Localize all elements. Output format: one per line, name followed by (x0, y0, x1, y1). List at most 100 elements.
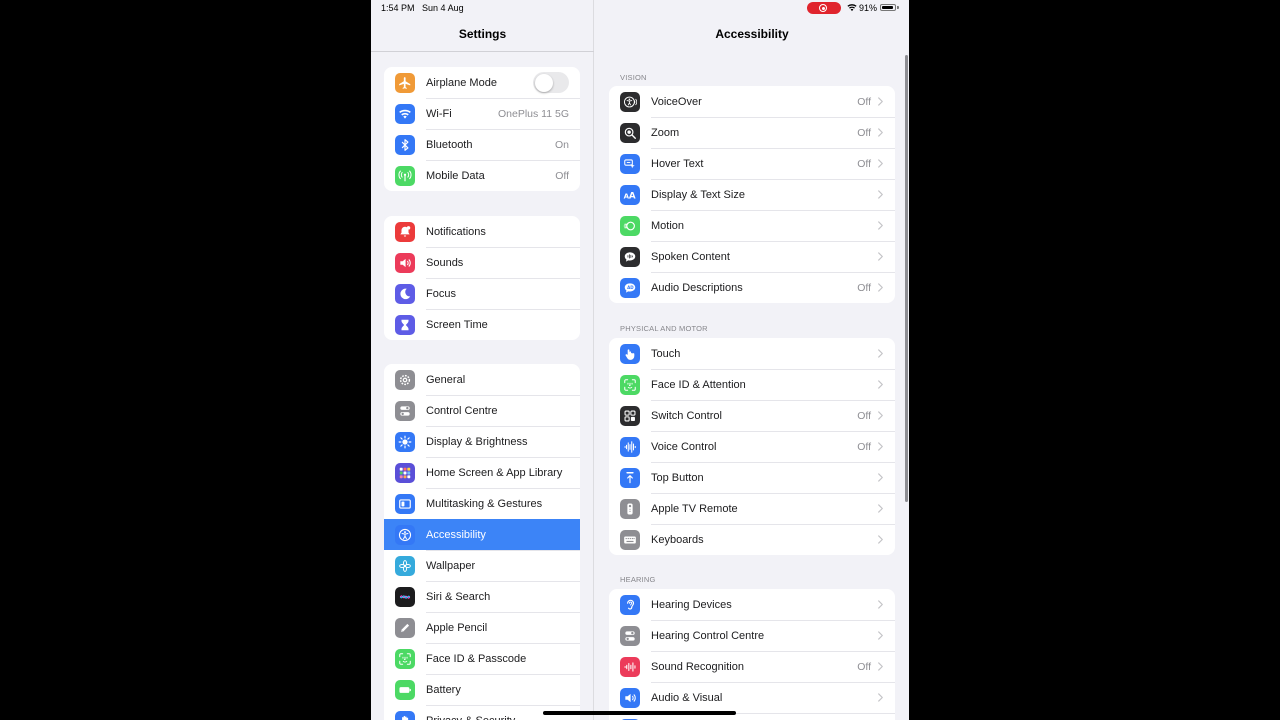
row-separator (651, 400, 895, 401)
accessibility-row-sound-recognition[interactable]: Sound Recognition Off (609, 651, 895, 682)
section-header: HEARING (620, 575, 656, 584)
settings-group: Touch Face ID & Attention Switch Control Of… (609, 338, 895, 555)
scrollbar[interactable] (905, 55, 908, 502)
sidebar-item-mobile-data[interactable]: Mobile Data Off (384, 160, 580, 191)
sidebar-item-face-id-passcode[interactable]: Face ID & Passcode (384, 643, 580, 674)
sidebar-item-screen-time[interactable]: Screen Time (384, 309, 580, 340)
accessibility-row-switch-control[interactable]: Switch Control Off (609, 400, 895, 431)
speech-bubble-icon-tile (620, 246, 640, 267)
accessibility-row-apple-tv-remote[interactable]: Apple TV Remote (609, 493, 895, 524)
accessibility-row-hover-text[interactable]: Hover Text Off (609, 148, 895, 179)
app-grid-icon-tile (395, 462, 415, 483)
audio-description-icon-tile: AD (620, 277, 640, 298)
accessibility-row-audio-visual[interactable]: Audio & Visual (609, 682, 895, 713)
text-size-icon-tile: AA (620, 184, 640, 205)
pencil-icon-tile (395, 617, 415, 638)
sidebar-item-wifi[interactable]: Wi-Fi OnePlus 11 5G (384, 98, 580, 129)
accessibility-row-face-id-attention[interactable]: Face ID & Attention (609, 369, 895, 400)
row-label: Hover Text (651, 157, 704, 170)
settings-group: Hearing Devices Hearing Control Centre Sou… (609, 589, 895, 720)
accessibility-row-zoom[interactable]: Zoom Off (609, 117, 895, 148)
sidebar-item-home-screen[interactable]: Home Screen & App Library (384, 457, 580, 488)
status-bar: 1:54 PM Sun 4 Aug 91% (371, 0, 909, 16)
sidebar-item-airplane-mode[interactable]: Airplane Mode (384, 67, 580, 98)
sidebar-item-apple-pencil[interactable]: Apple Pencil (384, 612, 580, 643)
chevron-right-icon (878, 600, 883, 609)
row-label: General (426, 373, 466, 386)
row-separator (426, 674, 580, 675)
chevron-right-icon (878, 283, 883, 292)
row-label: Privacy & Security (426, 715, 580, 720)
keyboard-icon-tile (620, 529, 640, 550)
hand-icon-tile (395, 710, 415, 720)
row-separator (651, 179, 895, 180)
sidebar-item-notifications[interactable]: Notifications (384, 216, 580, 247)
sidebar-group: General Control Centre Display & Brightnes… (384, 364, 580, 720)
accessibility-row-voiceover[interactable]: VoiceOver Off (609, 86, 895, 117)
switches-icon (400, 405, 410, 416)
sound-wave-icon (624, 661, 636, 672)
accessibility-row-hearing-control-centre[interactable]: Hearing Control Centre (609, 620, 895, 651)
hover-text-icon (624, 158, 635, 168)
speaker-icon-tile (395, 252, 415, 273)
top-button-icon-tile (620, 467, 640, 488)
row-separator (426, 550, 580, 551)
sidebar-item-general[interactable]: General (384, 364, 580, 395)
sidebar-group: Notifications Sounds Focus Screen Time (384, 216, 580, 340)
sidebar-item-multitasking[interactable]: Multitasking & Gestures (384, 488, 580, 519)
sidebar-item-focus[interactable]: Focus (384, 278, 580, 309)
chevron-right-icon (878, 128, 883, 137)
pencil-icon (400, 623, 410, 632)
airplane-mode-toggle[interactable] (533, 72, 569, 93)
accessibility-row-display-text-size[interactable]: A A Display & Text Size (609, 179, 895, 210)
antenna-icon (398, 169, 412, 181)
accessibility-row-hearing-devices[interactable]: Hearing Devices (609, 589, 895, 620)
accessibility-row-touch[interactable]: Touch (609, 338, 895, 369)
row-separator (426, 278, 580, 279)
face-id-icon-tile (395, 648, 415, 669)
accessibility-row-audio-descriptions[interactable]: AD Audio Descriptions Off (609, 272, 895, 303)
screen-recording-indicator[interactable] (807, 2, 841, 14)
row-separator (651, 620, 895, 621)
toggle-knob (534, 73, 553, 92)
accessibility-row-top-button[interactable]: Top Button (609, 462, 895, 493)
battery-tip (897, 6, 899, 9)
row-separator (651, 369, 895, 370)
airplane-icon (399, 76, 411, 89)
chevron-right-icon (878, 504, 883, 513)
accessibility-row-motion[interactable]: Motion (609, 210, 895, 241)
accessibility-row-keyboards[interactable]: Keyboards (609, 524, 895, 555)
row-label: Bluetooth (426, 138, 473, 151)
hand-icon (402, 715, 409, 720)
sidebar-item-siri-search[interactable]: Siri & Search (384, 581, 580, 612)
row-label: Voice Control (651, 440, 717, 453)
section-header: PHYSICAL AND MOTOR (620, 324, 708, 333)
status-time: 1:54 PM Sun 4 Aug (381, 3, 464, 13)
sun-icon (398, 435, 412, 448)
row-label: Sounds (426, 256, 464, 269)
accessibility-row-spoken-content[interactable]: Spoken Content (609, 241, 895, 272)
home-indicator[interactable] (543, 711, 736, 715)
battery-icon (399, 686, 411, 693)
row-label: Mobile Data (426, 169, 485, 182)
sidebar-item-control-centre[interactable]: Control Centre (384, 395, 580, 426)
voiceover-icon-tile (620, 91, 640, 112)
row-label: Apple TV Remote (651, 502, 738, 515)
accessibility-row-voice-control[interactable]: Voice Control Off (609, 431, 895, 462)
battery-status-icon (880, 4, 896, 11)
row-label: Airplane Mode (426, 76, 497, 89)
row-label: Home Screen & App Library (426, 466, 563, 479)
sidebar-item-accessibility[interactable]: Accessibility (384, 519, 580, 550)
chevron-right-icon (878, 535, 883, 544)
voiceover-icon (623, 96, 637, 107)
row-label: Notifications (426, 225, 486, 238)
sidebar-item-battery[interactable]: Battery (384, 674, 580, 705)
sidebar-item-bluetooth[interactable]: Bluetooth On (384, 129, 580, 160)
row-label: Zoom (651, 126, 680, 139)
sidebar-item-wallpaper[interactable]: Wallpaper (384, 550, 580, 581)
battery-percentage: 91% (859, 3, 878, 13)
sidebar-item-sounds[interactable]: Sounds (384, 247, 580, 278)
sidebar-item-display-brightness[interactable]: Display & Brightness (384, 426, 580, 457)
row-value: On (554, 138, 569, 151)
svg-text:A: A (629, 191, 636, 201)
